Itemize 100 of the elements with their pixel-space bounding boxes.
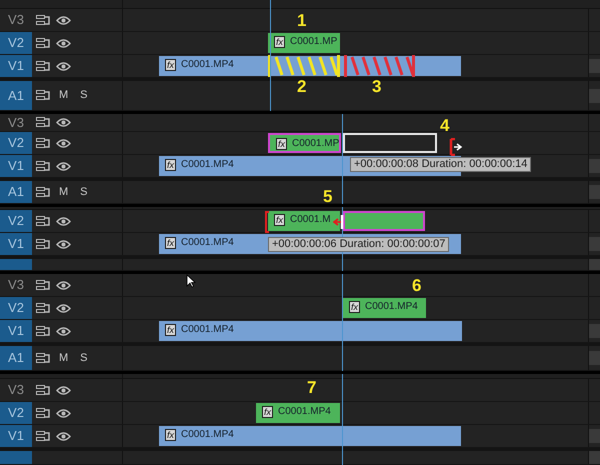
eye-icon[interactable] (56, 326, 71, 336)
track-toggle-icon[interactable] (36, 238, 51, 250)
eye-icon[interactable] (56, 160, 71, 172)
track-toggle-icon[interactable] (36, 408, 51, 418)
eye-icon[interactable] (56, 38, 71, 48)
callout-number: 3 (372, 78, 382, 96)
track-label[interactable]: V1 (0, 233, 32, 255)
eye-icon[interactable] (56, 216, 71, 226)
scrollbar-track[interactable] (588, 346, 600, 370)
track-label[interactable]: V1 (0, 55, 32, 77)
fx-badge: fx (274, 36, 286, 48)
callout-number: 7 (307, 379, 316, 397)
track-label[interactable]: V1 (0, 320, 32, 342)
scrollbar-thumb[interactable] (589, 237, 600, 251)
video-clip[interactable]: fx C0001.MP (268, 133, 341, 153)
track-toggle-icon[interactable] (36, 280, 51, 290)
scrollbar-thumb[interactable] (589, 324, 600, 338)
scrollbar-thumb[interactable] (589, 88, 600, 102)
track-lane[interactable]: fx C0001.M (123, 210, 588, 232)
track-lane[interactable]: fx C0001.MP4 (123, 297, 588, 319)
clip-name: C0001.MP4 (181, 324, 234, 336)
clip-name: C0001.MP4 (181, 429, 234, 441)
clip-name: C0001.MP4 (278, 406, 331, 418)
track-lane[interactable]: fx C0001.MP4 (123, 320, 588, 342)
track-toggle-icon[interactable] (36, 352, 51, 364)
callout-number: 2 (297, 78, 306, 96)
eye-icon[interactable] (56, 117, 71, 128)
fx-badge: fx (165, 159, 176, 171)
fx-badge: fx (276, 138, 288, 150)
track-toggle[interactable]: S (80, 350, 88, 366)
track-label[interactable]: V2 (0, 132, 32, 154)
eye-icon[interactable] (56, 238, 71, 250)
scrollbar-track[interactable] (588, 81, 600, 110)
eye-icon[interactable] (56, 60, 71, 72)
track-toggle-icon[interactable] (36, 90, 51, 101)
trim-bracket-icon (265, 211, 270, 233)
track-toggle-icon[interactable] (36, 430, 51, 442)
track-toggle[interactable]: S (80, 87, 88, 104)
tooltip: +00:00:00:06 Duration: 00:00:00:07 (268, 237, 450, 252)
eye-icon[interactable] (56, 280, 71, 290)
scrollbar-thumb[interactable] (589, 351, 600, 365)
fx-badge: fx (262, 406, 274, 418)
eye-icon[interactable] (56, 430, 71, 442)
clip-name: C0001.MP4 (181, 59, 234, 71)
eye-icon[interactable] (56, 14, 71, 26)
track-toggle-icon[interactable] (36, 326, 51, 336)
track-toggle-icon[interactable] (36, 384, 51, 396)
track-toggle-icon[interactable] (36, 138, 51, 148)
track-label[interactable]: V2 (0, 210, 32, 232)
track-toggle-icon[interactable] (36, 117, 51, 128)
track-lane[interactable]: fx C0001.MP4 (123, 55, 588, 77)
track-label[interactable]: V1 (0, 425, 32, 447)
video-clip[interactable]: fx C0001.M (268, 211, 340, 231)
video-clip[interactable]: fx C0001.MP4 (343, 298, 426, 318)
track-label[interactable]: V2 (0, 32, 32, 54)
callout-number: 1 (297, 12, 306, 30)
timeline-ruler[interactable] (123, 0, 600, 8)
track-toggle[interactable]: S (80, 184, 88, 200)
track-toggle[interactable]: M (59, 87, 68, 104)
clip-name: C0001.MP (290, 36, 338, 48)
eye-icon[interactable] (56, 302, 71, 314)
video-clip[interactable] (343, 211, 425, 231)
fx-badge: fx (165, 237, 176, 249)
track-label[interactable]: A1 (0, 81, 32, 110)
trim-cursor-icon (449, 138, 463, 156)
fx-badge: fx (165, 59, 176, 71)
track-lane[interactable]: fx C0001.MP (123, 132, 588, 154)
video-clip[interactable]: fx C0001.MP4 (159, 321, 462, 341)
video-clip[interactable]: fx C0001.MP4 (256, 403, 340, 423)
track-toggle-icon[interactable] (36, 186, 51, 198)
eye-icon[interactable] (56, 138, 71, 148)
scrollbar-thumb[interactable] (589, 59, 600, 73)
track-toggle-icon[interactable] (36, 60, 51, 72)
track-label[interactable]: V1 (0, 155, 32, 177)
track-label[interactable]: V2 (0, 297, 32, 319)
track-toggle[interactable]: M (59, 350, 68, 366)
scrollbar-track[interactable] (588, 181, 600, 203)
scrollbar-thumb[interactable] (589, 429, 600, 443)
trim-cursor-icon (333, 214, 345, 230)
clip-name: C0001.MP4 (181, 237, 234, 249)
track-label[interactable]: V2 (0, 402, 32, 424)
timeline-ruler[interactable] (123, 374, 600, 378)
track-label[interactable]: A1 (0, 181, 32, 203)
scrollbar-thumb[interactable] (589, 159, 600, 173)
callout-number: 5 (323, 188, 332, 204)
track-toggle-icon[interactable] (36, 38, 51, 48)
eye-icon[interactable] (56, 384, 71, 396)
scrollbar-thumb[interactable] (589, 185, 600, 199)
track-lane[interactable]: fx C0001.MP4 (123, 402, 588, 424)
track-toggle-icon[interactable] (36, 302, 51, 314)
video-clip[interactable]: fx C0001.MP (268, 33, 340, 53)
track-toggle[interactable]: M (59, 184, 68, 200)
video-clip[interactable]: fx C0001.MP4 (159, 426, 461, 446)
track-toggle-icon[interactable] (36, 216, 51, 226)
eye-icon[interactable] (56, 408, 71, 418)
track-lane[interactable]: fx C0001.MP (123, 32, 588, 54)
track-toggle-icon[interactable] (36, 160, 51, 172)
track-lane[interactable]: fx C0001.MP4 (123, 425, 588, 447)
track-toggle-icon[interactable] (36, 14, 51, 26)
track-label[interactable]: A1 (0, 346, 32, 370)
